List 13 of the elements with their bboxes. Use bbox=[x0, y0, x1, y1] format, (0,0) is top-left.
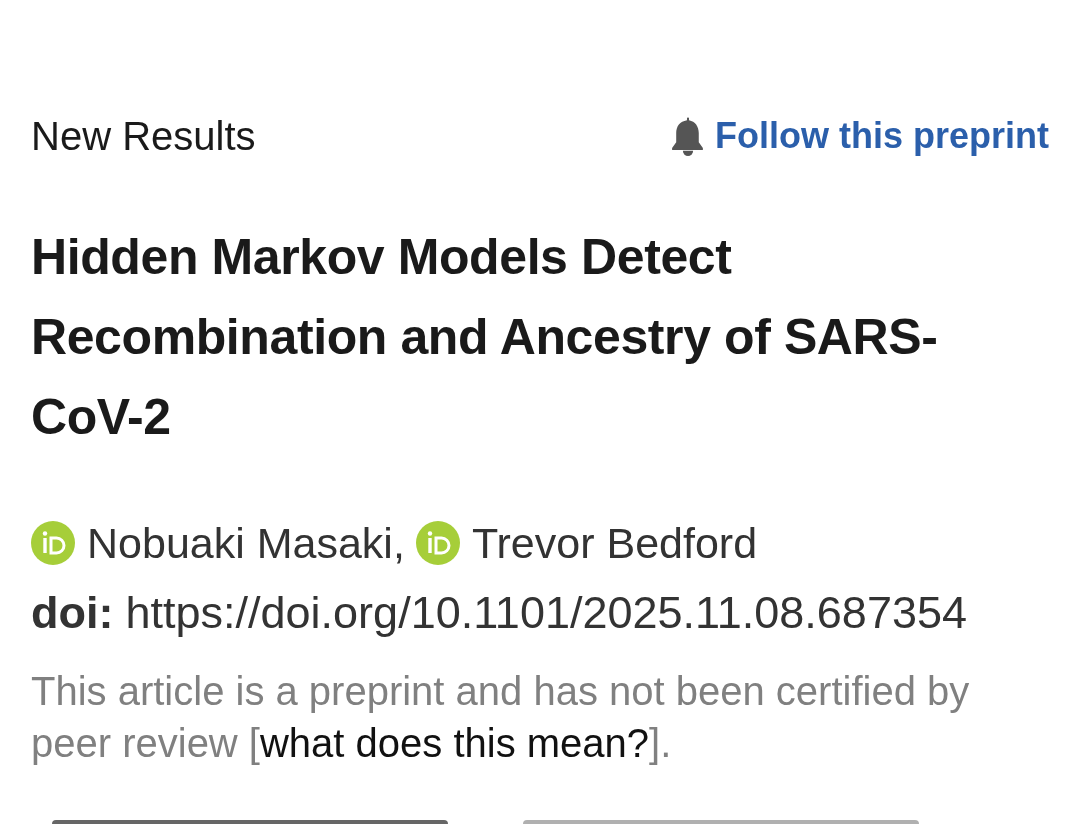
doi-label: doi: bbox=[31, 586, 114, 640]
author-link[interactable]: Trevor Bedford bbox=[471, 508, 758, 578]
preprint-disclaimer: This article is a preprint and has not been certified by peer review [what does this mean?]. bbox=[31, 668, 971, 767]
author-link[interactable]: Nobuaki Masaki, bbox=[87, 508, 405, 578]
section-label: New Results bbox=[31, 113, 256, 160]
cut-off-button[interactable] bbox=[52, 820, 448, 824]
id-icon bbox=[31, 521, 75, 565]
article-title: Hidden Markov Models Detect Recombination and Ancestry of SARS-CoV-2 bbox=[31, 228, 939, 447]
doi-link[interactable]: https://doi.org/10.1101/2025.11.08.687354 bbox=[125, 578, 967, 648]
what-does-this-mean-link[interactable]: what does this mean? bbox=[260, 721, 650, 765]
follow-link[interactable]: Follow this preprint bbox=[715, 111, 1049, 161]
id-icon bbox=[415, 521, 460, 565]
cut-off-button[interactable] bbox=[523, 820, 919, 824]
